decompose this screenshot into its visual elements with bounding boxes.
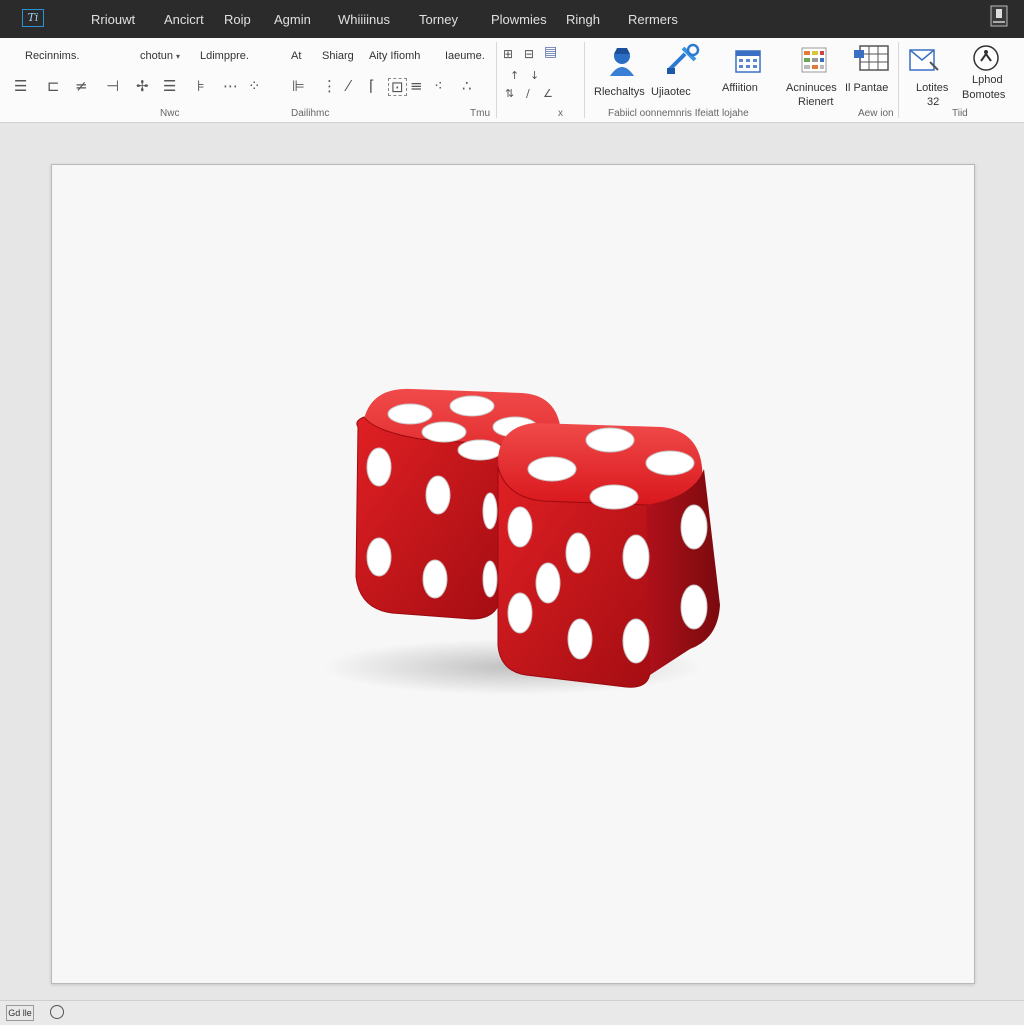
small-arrow-icon[interactable]: ↑	[510, 68, 519, 84]
bracket-icon[interactable]: ⌈	[369, 78, 375, 94]
ribbon-label-format[interactable]: Aity Ifiomh	[369, 50, 420, 62]
slash-icon[interactable]: ⁄	[347, 78, 350, 94]
bullets-icon[interactable]: ⋯	[223, 78, 238, 94]
menu-item-1[interactable]: Rriouwt	[91, 12, 135, 27]
group-label-6: Tiid	[952, 108, 968, 119]
table-icon[interactable]: ⊞	[503, 46, 513, 62]
dots-icon[interactable]: ⁘	[248, 78, 261, 94]
letter-icon[interactable]	[908, 46, 940, 74]
strikethrough-icon[interactable]: ≠	[75, 78, 88, 94]
button-label-5[interactable]: Il Pantae	[845, 82, 888, 94]
dice-image	[322, 388, 720, 695]
button-label-3[interactable]: Affiition	[722, 82, 758, 94]
zoom-icon[interactable]	[50, 1005, 64, 1019]
group-label-3: Tmu	[470, 108, 490, 119]
button-label-6b[interactable]: 32	[927, 96, 939, 108]
chart-icon[interactable]: ⊟	[524, 46, 534, 62]
sort-icon[interactable]: ⁖	[434, 78, 443, 94]
group-label-5: Aew ion	[858, 108, 894, 119]
status-page-indicator[interactable]: Gd lle	[6, 1005, 34, 1021]
menu-item-6[interactable]: Torney	[419, 12, 458, 27]
ribbon-label-import[interactable]: Ldimppre.	[200, 50, 249, 62]
group-label-1: Nwc	[160, 108, 180, 119]
button-label-6[interactable]: Lotites	[916, 82, 948, 94]
cross-icon[interactable]: ✢	[136, 78, 149, 94]
button-label-4[interactable]: Acninuces	[786, 82, 837, 94]
menu-item-7[interactable]: Plowmies	[491, 12, 547, 27]
group-close-icon[interactable]: x	[558, 108, 563, 119]
wrap-icon[interactable]: ⇅	[505, 86, 514, 102]
align-right-icon[interactable]: ☰	[163, 78, 176, 94]
tools-icon[interactable]	[665, 42, 701, 76]
title-bar: Ti Rriouwt Ancicrt Roip Agmin Whiiiinus …	[0, 0, 1024, 38]
text-effects-icon[interactable]: ≡	[410, 78, 423, 94]
ribbon-label-sharing[interactable]: Shiarg	[322, 50, 354, 62]
menu-item-8[interactable]: Ringh	[566, 12, 600, 27]
document-page[interactable]	[51, 164, 975, 984]
button-label-1[interactable]: Rlechaltys	[594, 86, 645, 98]
status-bar: Gd lle	[0, 1000, 1024, 1025]
ribbon-label-layout[interactable]: Iaeume.	[445, 50, 485, 62]
ribbon-label-choose[interactable]: chotun	[140, 50, 173, 62]
document-icon[interactable]: ▤	[544, 44, 557, 60]
account-icon[interactable]	[990, 5, 1008, 27]
menu-item-4[interactable]: Agmin	[274, 12, 311, 27]
app-icon[interactable]: Ti	[22, 9, 44, 27]
pin-icon[interactable]: ⊣	[106, 78, 119, 94]
group-label-4: Fabiicl oonnemnris Ifeiatt lojahe	[608, 108, 749, 119]
person-icon[interactable]	[605, 44, 639, 78]
small-arrow-icon-2[interactable]: ↓	[530, 68, 539, 84]
list-icon[interactable]: ⋮	[322, 78, 337, 94]
menu-item-2[interactable]: Ancicrt	[164, 12, 204, 27]
indent-icon[interactable]: ⊏	[47, 78, 60, 94]
paragraph-icon[interactable]: ⊧	[197, 78, 205, 94]
align-icon[interactable]: ∠	[543, 86, 553, 102]
button-label-7b[interactable]: Bomotes	[962, 89, 1005, 101]
link-icon[interactable]: ∕	[526, 86, 530, 102]
menu-item-5[interactable]: Whiiiinus	[338, 12, 390, 27]
button-label-7[interactable]: Lphod	[972, 74, 1003, 86]
button-label-4b[interactable]: Rienert	[798, 96, 833, 108]
menu-item-3[interactable]: Roip	[224, 12, 251, 27]
calendar-icon[interactable]	[735, 48, 761, 74]
menu-item-9[interactable]: Rermers	[628, 12, 678, 27]
dropdown-icon[interactable]: ▾	[176, 49, 180, 65]
button-label-2[interactable]: Ujiaotec	[651, 86, 691, 98]
ribbon-label-styles[interactable]: Recinnims.	[25, 50, 79, 62]
table-grid-icon[interactable]	[852, 44, 892, 74]
group-label-2: Dailihmc	[291, 108, 330, 119]
upload-icon[interactable]	[972, 44, 1000, 72]
spreadsheet-icon[interactable]	[800, 46, 828, 74]
ribbon-divider	[496, 42, 497, 118]
align-justify-icon[interactable]: ☰	[14, 78, 27, 94]
ribbon: Recinnims. chotun ▾ Ldimppre. At Shiarg …	[0, 38, 1024, 123]
ribbon-label-at[interactable]: At	[291, 50, 301, 62]
fill-icon[interactable]: ⊡	[388, 78, 407, 96]
align-left-icon[interactable]: ⊫	[292, 78, 305, 94]
highlight-icon[interactable]: ∴	[462, 78, 472, 94]
ribbon-divider	[584, 42, 585, 118]
ribbon-divider	[898, 42, 899, 118]
